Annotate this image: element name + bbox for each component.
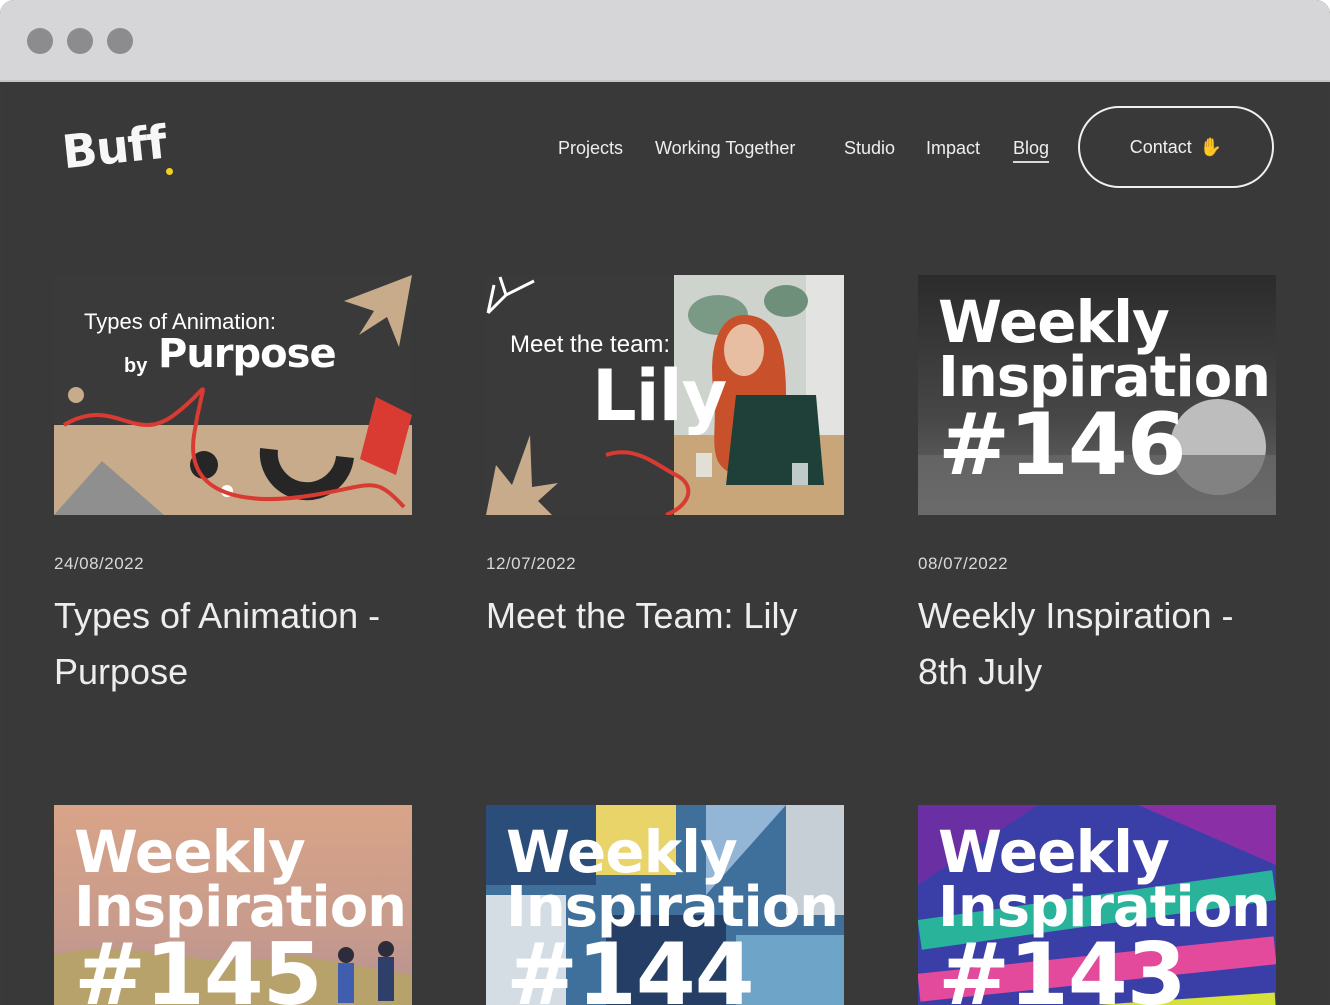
window-close-dot[interactable] [27,28,53,54]
contact-label: Contact [1129,136,1192,157]
logo-accent-dot [166,168,173,175]
nav-blog[interactable]: Blog [1013,138,1050,163]
post-thumbnail-types-of-animation[interactable]: Types of Animation: by Purpose [54,275,412,515]
post-title[interactable]: Types of Animation - Purpose [54,588,414,700]
nav-projects[interactable]: Projects [558,138,623,159]
browser-titlebar [0,0,1330,82]
window-minimize-dot[interactable] [67,28,93,54]
nav-impact[interactable]: Impact [926,138,980,159]
post-title[interactable]: Weekly Inspiration - 8th July [918,588,1278,700]
thumb-weekly: Weekly [938,288,1170,356]
post-thumbnail-meet-the-team[interactable]: Meet the team: Lily [486,275,844,515]
post-date: 24/08/2022 [54,554,145,573]
thumb-by: by [124,355,148,377]
post-thumbnail-weekly-143[interactable]: Weekly Inspiration #143 [918,805,1276,1005]
post-thumbnail-weekly-145[interactable]: Weekly Inspiration #145 [54,805,412,1005]
nav-studio[interactable]: Studio [844,138,895,159]
nav-working-together[interactable]: Working Together [655,138,795,159]
post-thumbnail-weekly-144[interactable]: Weekly Inspiration #144 [486,805,844,1005]
post-thumbnail-weekly-146[interactable]: Weekly Inspiration #146 [918,275,1276,515]
thumb-issue-number: #145 [74,925,323,1005]
thumb-weekly: Weekly [74,818,306,886]
contact-button[interactable]: Contact ✋ [1078,106,1274,188]
buff-logo[interactable]: Buff [59,115,168,180]
thumb-purpose: Purpose [158,331,337,377]
waving-hand-icon: ✋ [1199,136,1223,157]
thumb-issue-number: #144 [506,925,755,1005]
blog-page: Buff Projects Working Together Studio Im… [2,82,1328,1005]
thumb-weekly: Weekly [506,818,738,886]
thumb-issue-number: #143 [938,925,1187,1005]
post-date: 12/07/2022 [486,554,577,573]
thumb-weekly: Weekly [938,818,1170,886]
thumb-issue-number: #146 [938,395,1187,495]
thumb-lily: Lily [592,355,727,437]
window-maximize-dot[interactable] [107,28,133,54]
post-title[interactable]: Meet the Team: Lily [486,588,846,644]
post-date: 08/07/2022 [918,554,1009,573]
browser-window: Buff Projects Working Together Studio Im… [0,0,1330,1005]
